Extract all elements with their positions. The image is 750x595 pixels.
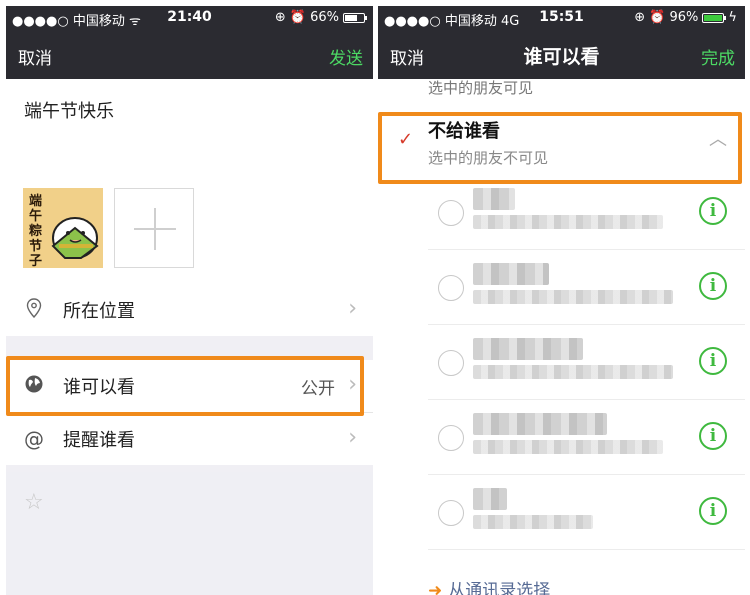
- left-screen: ●●●●○ 中国移动 ᯤ 21:40 ⊕ ⏰ 66% 取消 发送 端午节快乐 端…: [6, 6, 373, 595]
- radio-button[interactable]: [438, 500, 464, 526]
- prev-option-subtitle: 选中的朋友可见: [378, 79, 745, 103]
- compose-text[interactable]: 端午节快乐: [24, 97, 114, 123]
- zongzi-character-icon: [51, 217, 99, 259]
- chevron-right-icon: ›: [348, 296, 357, 321]
- location-label: 所在位置: [63, 301, 135, 322]
- visibility-highlight-box: [6, 356, 364, 416]
- friend-row[interactable]: i: [428, 175, 745, 250]
- friend-row[interactable]: i: [428, 475, 745, 550]
- bottom-empty-area: ☆: [6, 472, 373, 595]
- blurred-name: [473, 263, 549, 285]
- cancel-button[interactable]: 取消: [18, 44, 52, 69]
- blurred-name: [473, 338, 583, 360]
- cancel-button[interactable]: 取消: [390, 44, 424, 69]
- blurred-subtext: [473, 440, 663, 454]
- page-title: 谁可以看: [523, 46, 600, 68]
- carrier-info: ●●●●○ 中国移动 ᯤ: [12, 14, 141, 29]
- compose-area[interactable]: 端午节快乐 端 午粽 节子香: [6, 79, 373, 284]
- radio-button[interactable]: [438, 350, 464, 376]
- info-icon[interactable]: i: [699, 497, 727, 525]
- carrier-info: ●●●●○ 中国移动 4G: [384, 14, 520, 29]
- charging-icon: ϟ: [728, 10, 737, 25]
- status-right: ⊕ ⏰ 96% ϟ: [634, 10, 737, 25]
- remind-cell[interactable]: @ 提醒谁看 ›: [6, 413, 373, 465]
- blurred-subtext: [473, 515, 593, 529]
- arrow-icon: ➜: [428, 581, 443, 595]
- location-cell[interactable]: 所在位置 ›: [6, 284, 373, 336]
- add-photo-button[interactable]: [114, 188, 194, 268]
- select-from-contacts-link[interactable]: ➜ 从通讯录选择: [428, 576, 550, 595]
- status-right: ⊕ ⏰ 66%: [275, 10, 367, 25]
- sticker-image[interactable]: 端 午粽 节子香: [23, 188, 103, 268]
- blurred-name: [473, 488, 507, 510]
- status-bar: ●●●●○ 中国移动 4G 15:51 ⊕ ⏰ 96% ϟ: [378, 6, 745, 30]
- blurred-name: [473, 188, 515, 210]
- blurred-subtext: [473, 215, 663, 229]
- friend-row[interactable]: i: [428, 325, 745, 400]
- remind-label: 提醒谁看: [63, 430, 135, 451]
- info-icon[interactable]: i: [699, 197, 727, 225]
- radio-button[interactable]: [438, 275, 464, 301]
- info-icon[interactable]: i: [699, 272, 727, 300]
- battery-icon: [702, 12, 727, 23]
- blurred-subtext: [473, 290, 673, 304]
- send-button[interactable]: 发送: [329, 44, 363, 69]
- chevron-right-icon: ›: [348, 425, 357, 450]
- status-time: 21:40: [167, 9, 212, 25]
- done-button[interactable]: 完成: [701, 44, 735, 69]
- status-time: 15:51: [539, 9, 584, 25]
- at-icon: @: [24, 427, 44, 451]
- friend-row[interactable]: i: [428, 400, 745, 475]
- info-icon[interactable]: i: [699, 347, 727, 375]
- navbar: 取消 谁可以看 完成: [378, 30, 745, 79]
- location-pin-icon: [23, 297, 45, 323]
- info-icon[interactable]: i: [699, 422, 727, 450]
- battery-icon: [343, 12, 367, 23]
- navbar: 取消 发送: [6, 30, 373, 79]
- radio-button[interactable]: [438, 425, 464, 451]
- friend-row[interactable]: i: [428, 250, 745, 325]
- blurred-name: [473, 413, 607, 435]
- status-bar: ●●●●○ 中国移动 ᯤ 21:40 ⊕ ⏰ 66%: [6, 6, 373, 30]
- right-screen: ●●●●○ 中国移动 4G 15:51 ⊕ ⏰ 96% ϟ 取消 谁可以看 完成…: [378, 6, 745, 595]
- star-icon[interactable]: ☆: [24, 490, 44, 515]
- blurred-subtext: [473, 365, 673, 379]
- radio-button[interactable]: [438, 200, 464, 226]
- option-highlight-box: [378, 112, 742, 184]
